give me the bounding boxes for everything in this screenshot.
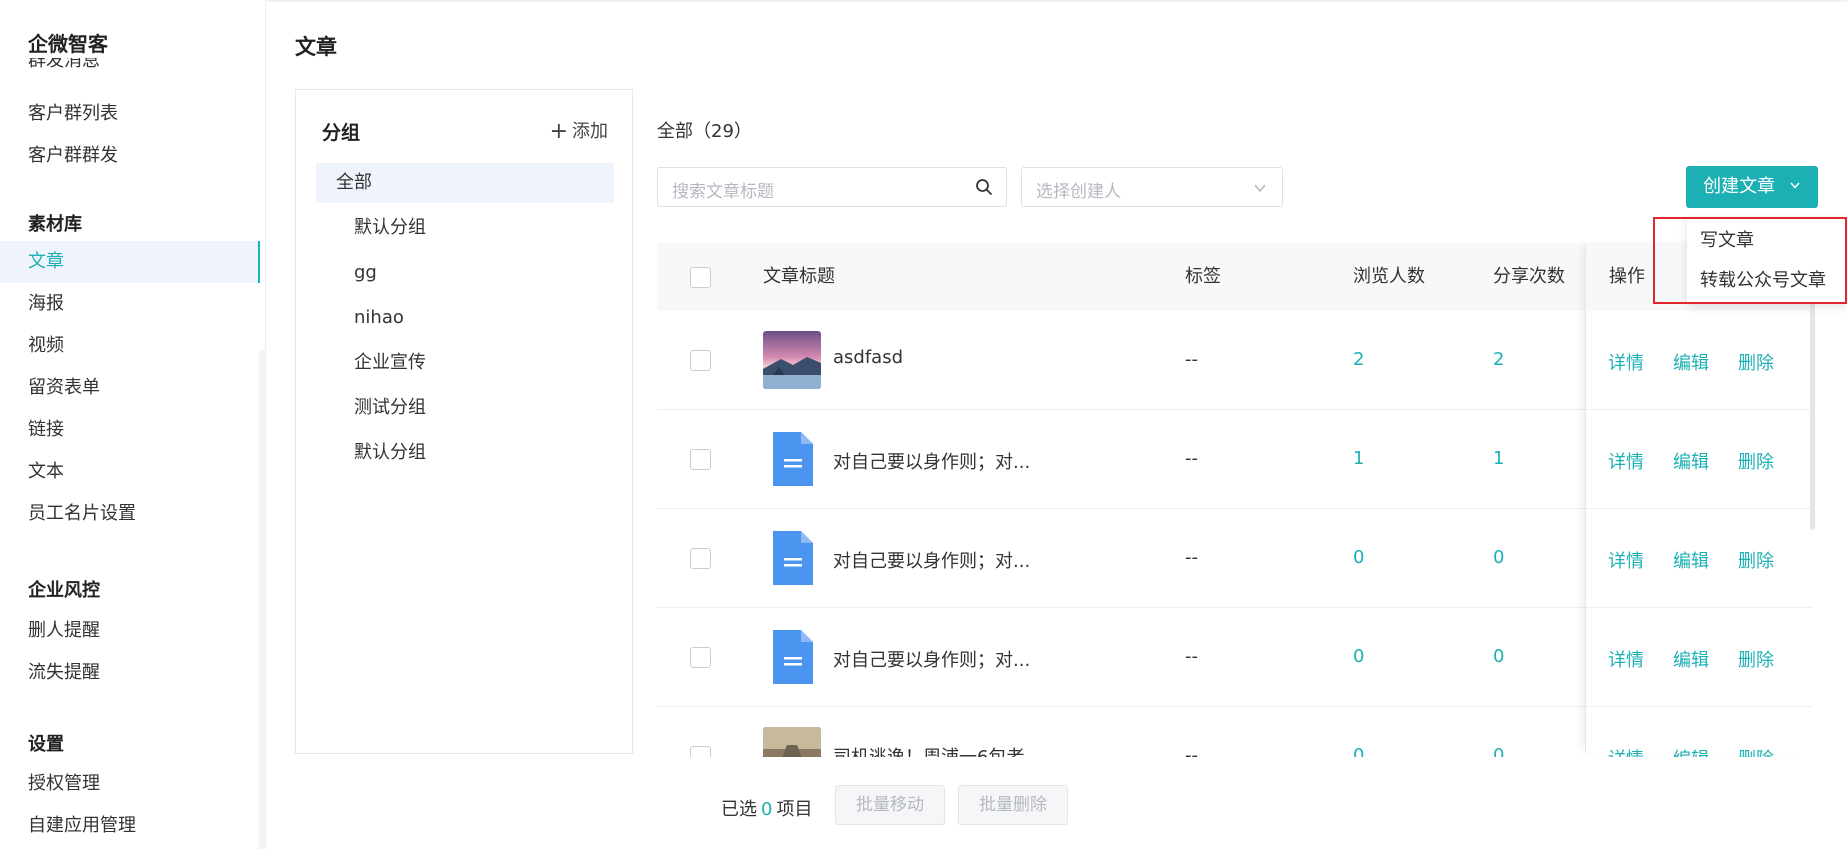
row-checkbox[interactable] xyxy=(690,647,711,668)
write-article-option[interactable]: 写文章 xyxy=(1700,226,1754,252)
delete-link[interactable]: 删除 xyxy=(1738,349,1774,375)
document-icon xyxy=(773,630,813,684)
detail-link[interactable]: 详情 xyxy=(1608,547,1644,573)
article-tag: -- xyxy=(1185,349,1198,370)
row-checkbox[interactable] xyxy=(690,449,711,470)
table-row: 对自己要以身作则；对... -- 0 0 详情 编辑 删除 xyxy=(657,608,1812,707)
table-row: 对自己要以身作则；对... -- 0 0 详情 编辑 删除 xyxy=(657,509,1812,608)
detail-link[interactable]: 详情 xyxy=(1608,448,1644,474)
article-title[interactable]: 对自己要以身作则；对... xyxy=(833,646,1030,672)
detail-link[interactable]: 详情 xyxy=(1608,646,1644,672)
delete-link[interactable]: 删除 xyxy=(1738,547,1774,573)
row-checkbox[interactable] xyxy=(690,350,711,371)
table-scrollbar[interactable] xyxy=(1810,300,1815,530)
row-checkbox[interactable] xyxy=(690,548,711,569)
thumbnail-photo xyxy=(763,727,821,757)
edit-link[interactable]: 编辑 xyxy=(1673,547,1709,573)
edit-link[interactable]: 编辑 xyxy=(1673,448,1709,474)
article-title[interactable]: 司机逃逸！周浦一6包老... xyxy=(833,743,1042,757)
article-title[interactable]: 对自己要以身作则；对... xyxy=(833,547,1030,573)
sidebar-item-auth[interactable]: 授权管理 xyxy=(0,763,260,805)
article-views[interactable]: 1 xyxy=(1353,448,1364,469)
header-tag: 标签 xyxy=(1185,266,1221,287)
batch-move-button[interactable]: 批量移动 xyxy=(835,785,945,825)
article-shares[interactable]: 0 xyxy=(1493,745,1504,757)
detail-link[interactable]: 详情 xyxy=(1608,349,1644,375)
selected-count: 0 xyxy=(761,799,773,820)
header-shares: 分享次数 xyxy=(1493,266,1565,287)
header-title: 文章标题 xyxy=(763,266,835,287)
header-views: 浏览人数 xyxy=(1353,266,1425,287)
article-table: 文章标题 标签 浏览人数 分享次数 操作 asdfasd -- 2 2 详情 编… xyxy=(0,0,1847,757)
detail-link[interactable]: 详情 xyxy=(1608,745,1644,757)
article-tag: -- xyxy=(1185,547,1198,568)
article-tag: -- xyxy=(1185,745,1198,757)
app-root: 企微智客 群发消息 客户群列表 客户群群发 素材库 文章 海报 视频 留资表单 … xyxy=(0,0,1847,849)
article-title[interactable]: asdfasd xyxy=(833,347,903,368)
article-views[interactable]: 2 xyxy=(1353,349,1364,370)
article-shares[interactable]: 0 xyxy=(1493,547,1504,568)
repost-wechat-article-option[interactable]: 转载公众号文章 xyxy=(1700,266,1826,292)
delete-link[interactable]: 删除 xyxy=(1738,448,1774,474)
article-shares[interactable]: 1 xyxy=(1493,448,1504,469)
selection-status: 已选 0 项目 xyxy=(721,799,813,820)
table-header: 文章标题 标签 浏览人数 分享次数 操作 xyxy=(657,243,1812,311)
row-checkbox[interactable] xyxy=(690,746,711,757)
select-all-checkbox[interactable] xyxy=(690,267,711,288)
document-icon xyxy=(773,432,813,486)
table-row: 司机逃逸！周浦一6包老... -- 0 0 详情 编辑 删除 xyxy=(657,707,1812,757)
create-article-dropdown: 写文章 转载公众号文章 xyxy=(1687,218,1847,304)
table-row: 对自己要以身作则；对... -- 1 1 详情 编辑 删除 xyxy=(657,410,1812,509)
edit-link[interactable]: 编辑 xyxy=(1673,745,1709,757)
sidebar-item-custom-app[interactable]: 自建应用管理 xyxy=(0,805,260,847)
delete-link[interactable]: 删除 xyxy=(1738,745,1774,757)
table-row: asdfasd -- 2 2 详情 编辑 删除 xyxy=(657,311,1812,410)
article-views[interactable]: 0 xyxy=(1353,745,1364,757)
edit-link[interactable]: 编辑 xyxy=(1673,646,1709,672)
document-icon xyxy=(773,531,813,585)
article-shares[interactable]: 2 xyxy=(1493,349,1504,370)
header-ops: 操作 xyxy=(1609,266,1645,287)
article-tag: -- xyxy=(1185,646,1198,667)
article-shares[interactable]: 0 xyxy=(1493,646,1504,667)
thumbnail-landscape xyxy=(763,331,821,389)
article-title[interactable]: 对自己要以身作则；对... xyxy=(833,448,1030,474)
batch-delete-button[interactable]: 批量删除 xyxy=(958,785,1068,825)
edit-link[interactable]: 编辑 xyxy=(1673,349,1709,375)
delete-link[interactable]: 删除 xyxy=(1738,646,1774,672)
article-tag: -- xyxy=(1185,448,1198,469)
article-views[interactable]: 0 xyxy=(1353,646,1364,667)
article-views[interactable]: 0 xyxy=(1353,547,1364,568)
